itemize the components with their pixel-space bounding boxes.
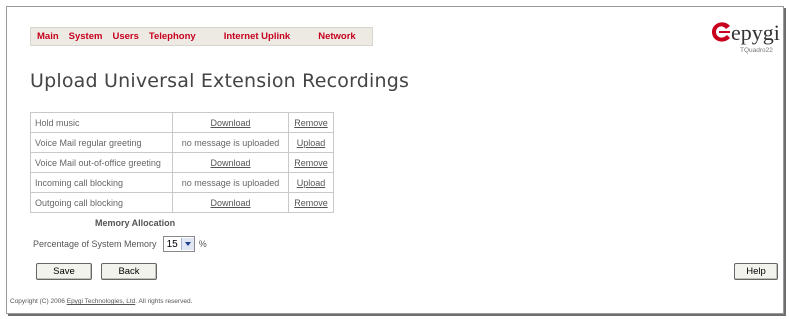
nav-telephony[interactable]: Telephony bbox=[149, 31, 196, 42]
memory-value: 15 bbox=[166, 238, 178, 250]
recording-status: no message is uploaded bbox=[172, 132, 289, 153]
table-row: Voice Mail regular greeting no message i… bbox=[30, 132, 334, 153]
back-button[interactable]: Back bbox=[101, 263, 157, 280]
epygi-logo: epygi TQuadro22 bbox=[710, 20, 780, 60]
nav-main[interactable]: Main bbox=[37, 31, 59, 42]
table-row: Hold music Download Remove bbox=[30, 112, 334, 133]
percent-unit: % bbox=[198, 239, 207, 249]
nav-users[interactable]: Users bbox=[112, 31, 138, 42]
copyright-footer: Copyright (C) 2006 Epygi Technologies, L… bbox=[10, 298, 193, 305]
recording-name: Voice Mail out-of-office greeting bbox=[30, 152, 173, 173]
recordings-table: Hold music Download Remove Voice Mail re… bbox=[30, 112, 334, 213]
memory-label: Percentage of System Memory bbox=[33, 239, 157, 249]
chevron-down-icon[interactable] bbox=[180, 238, 194, 250]
copyright-prefix: Copyright (C) 2006 bbox=[10, 298, 65, 305]
remove-link[interactable]: Remove bbox=[294, 158, 328, 168]
remove-link[interactable]: Remove bbox=[294, 118, 328, 128]
device-model: TQuadro22 bbox=[740, 47, 773, 54]
page-title: Upload Universal Extension Recordings bbox=[30, 70, 410, 92]
copyright-suffix: All rights reserved. bbox=[138, 298, 193, 305]
company-link[interactable]: Epygi Technologies, Ltd bbox=[67, 298, 136, 305]
memory-percentage-select[interactable]: 15 bbox=[162, 236, 195, 252]
top-navigation: Main System Users Telephony Internet Upl… bbox=[30, 27, 373, 46]
download-link[interactable]: Download bbox=[210, 198, 250, 208]
save-button[interactable]: Save bbox=[36, 263, 92, 280]
logo-wordmark: epygi bbox=[731, 20, 780, 45]
table-row: Outgoing call blocking Download Remove bbox=[30, 192, 334, 213]
memory-allocation-title: Memory Allocation bbox=[95, 218, 176, 228]
recording-status: no message is uploaded bbox=[172, 172, 289, 193]
recording-name: Hold music bbox=[30, 112, 173, 133]
recording-name: Outgoing call blocking bbox=[30, 192, 173, 213]
recording-name: Incoming call blocking bbox=[30, 172, 173, 193]
help-button[interactable]: Help bbox=[734, 263, 778, 280]
table-row: Incoming call blocking no message is upl… bbox=[30, 172, 334, 193]
upload-link[interactable]: Upload bbox=[297, 138, 326, 148]
download-link[interactable]: Download bbox=[210, 158, 250, 168]
table-row: Voice Mail out-of-office greeting Downlo… bbox=[30, 152, 334, 173]
download-link[interactable]: Download bbox=[210, 118, 250, 128]
nav-internet-uplink[interactable]: Internet Uplink bbox=[224, 31, 291, 42]
recording-name: Voice Mail regular greeting bbox=[30, 132, 173, 153]
memory-allocation-row: Percentage of System Memory 15 % bbox=[33, 236, 207, 252]
nav-system[interactable]: System bbox=[69, 31, 103, 42]
upload-link[interactable]: Upload bbox=[297, 178, 326, 188]
nav-network[interactable]: Network bbox=[318, 31, 355, 42]
remove-link[interactable]: Remove bbox=[294, 198, 328, 208]
